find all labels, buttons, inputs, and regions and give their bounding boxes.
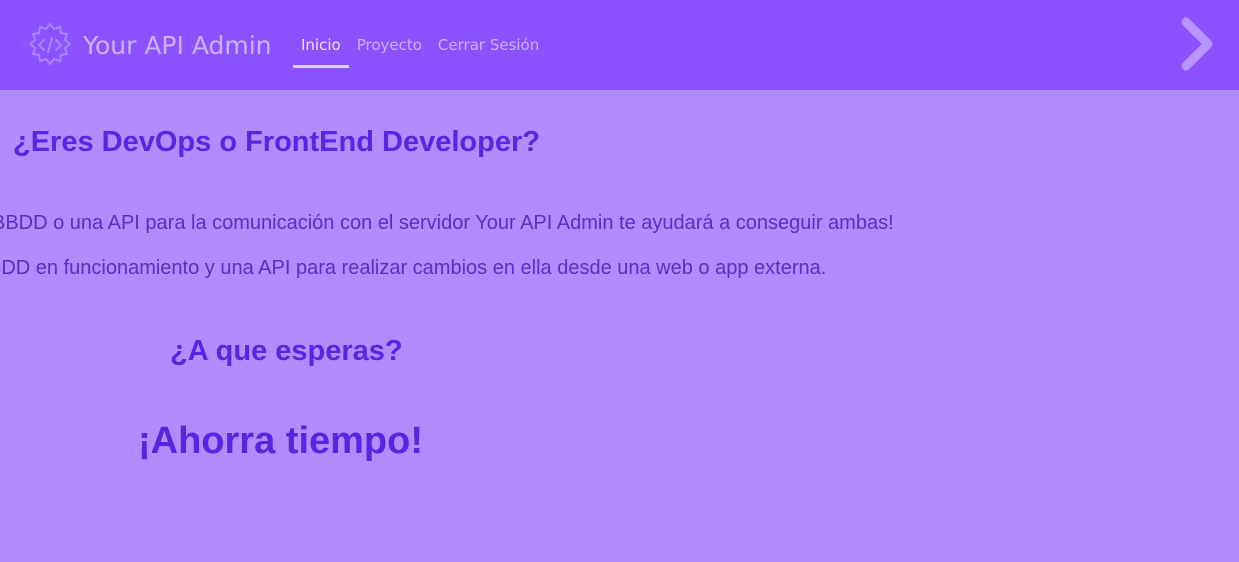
nav-link-inicio[interactable]: Inicio — [293, 28, 349, 68]
brand-name: Your API Admin — [83, 30, 272, 60]
chevron-right-icon[interactable] — [1176, 16, 1220, 72]
top-navbar: Your API Admin Inicio Proyecto Cerrar Se… — [0, 0, 1239, 90]
page-heading: ¿Eres DevOps o FrontEnd Developer? — [13, 126, 540, 158]
nav-link-cerrar-sesion[interactable]: Cerrar Sesión — [430, 28, 547, 68]
intro-paragraph-1: BBDD o una API para la comunicación con … — [0, 212, 894, 234]
nav-link-proyecto[interactable]: Proyecto — [349, 28, 430, 68]
cta-heading: ¡Ahorra tiempo! — [138, 420, 423, 462]
brand-link[interactable]: Your API Admin — [26, 21, 272, 69]
subheading: ¿A que esperas? — [170, 335, 403, 367]
intro-paragraph-2: BDD en funcionamiento y una API para rea… — [0, 257, 827, 279]
main-nav: Inicio Proyecto Cerrar Sesión — [293, 28, 547, 68]
code-gear-icon — [28, 22, 72, 66]
